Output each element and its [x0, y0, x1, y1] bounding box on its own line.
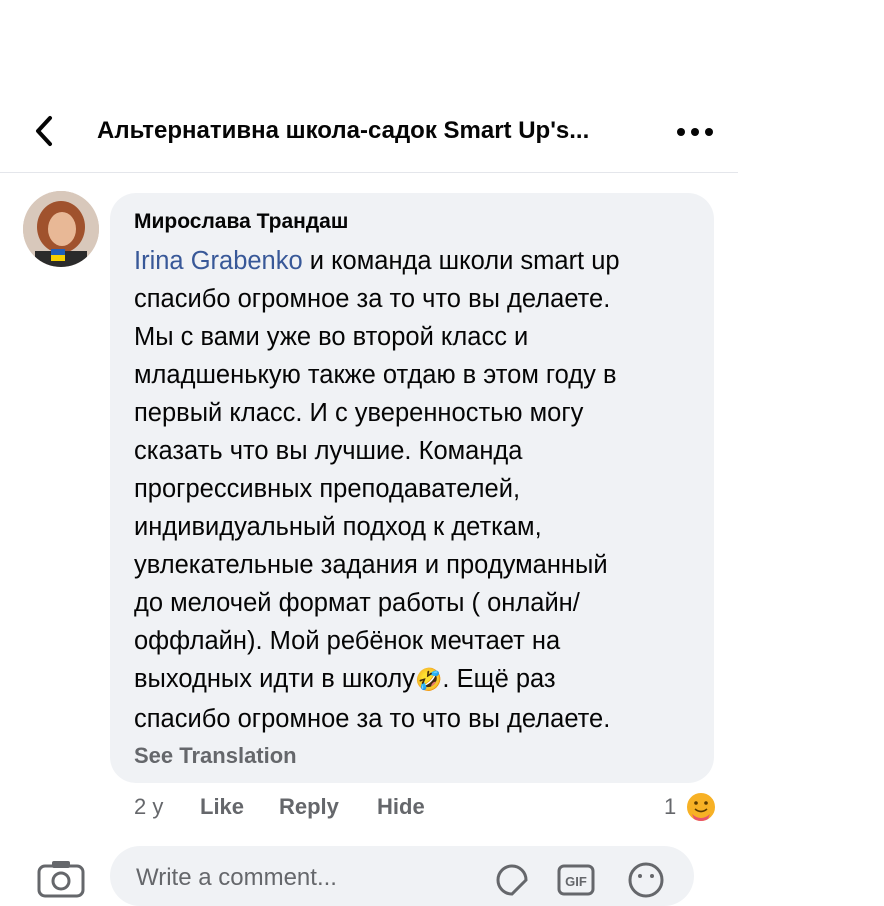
comment-line: первый класс. И с уверенностью могу: [134, 399, 584, 427]
comment-line: индивидуальный подход к деткам,: [134, 513, 542, 541]
comment-timestamp: 2 y: [134, 794, 164, 819]
comment-line: младшенькую также отдаю в этом году в: [134, 361, 617, 389]
rofl-emoji-icon: 🤣: [415, 668, 443, 693]
see-translation-link[interactable]: See Translation: [134, 743, 297, 769]
comment-line: сказать что вы лучшие. Команда: [134, 437, 523, 465]
camera-icon[interactable]: [36, 858, 86, 898]
comment-line: Irina Grabenko и команда школи smart up: [134, 247, 620, 275]
emoji-icon[interactable]: [626, 860, 666, 900]
comment-line: увлекательные задания и продуманный: [134, 551, 608, 579]
profile-photo-icon: [23, 191, 99, 267]
svg-text:GIF: GIF: [565, 874, 587, 889]
comment-line: спасибо огромное за то что вы делаете.: [134, 285, 611, 313]
more-options-icon[interactable]: [676, 125, 714, 139]
comment-line: прогрессивных преподавателей,: [134, 475, 521, 503]
comment-composer: GIF: [110, 846, 694, 906]
hide-button[interactable]: Hide: [377, 794, 425, 820]
reply-button[interactable]: Reply: [279, 794, 339, 820]
like-button[interactable]: Like: [200, 794, 244, 820]
comment-line: оффлайн). Мой ребёнок мечтает на: [134, 627, 561, 655]
gif-icon[interactable]: GIF: [556, 860, 596, 900]
comment-line: спасибо огромное за то что вы делаете.: [134, 705, 611, 733]
comment-bubble: Мирослава Трандаш Irina Grabenko и коман…: [110, 193, 714, 783]
comment-line: выходных идти в школу🤣. Ещё раз: [134, 665, 556, 693]
reaction-count[interactable]: 1: [664, 794, 676, 820]
comment-line: Мы с вами уже во второй класс и: [134, 323, 529, 351]
comment-text: Irina Grabenko и команда школи smart up …: [134, 242, 704, 738]
page-title: Альтернативна школа-садок Smart Up's...: [97, 117, 590, 144]
avatar[interactable]: [23, 191, 99, 267]
comment-input[interactable]: [134, 862, 478, 894]
comment-author[interactable]: Мирослава Трандаш: [134, 210, 348, 234]
mention-link[interactable]: Irina Grabenko: [134, 247, 303, 275]
comment-line: до мелочей формат работы ( онлайн/: [134, 589, 580, 617]
sticker-icon[interactable]: [492, 860, 532, 900]
top-bar: Альтернативна школа-садок Smart Up's...: [0, 100, 738, 173]
back-arrow-icon[interactable]: [30, 114, 60, 148]
care-reaction-icon[interactable]: [684, 790, 718, 824]
